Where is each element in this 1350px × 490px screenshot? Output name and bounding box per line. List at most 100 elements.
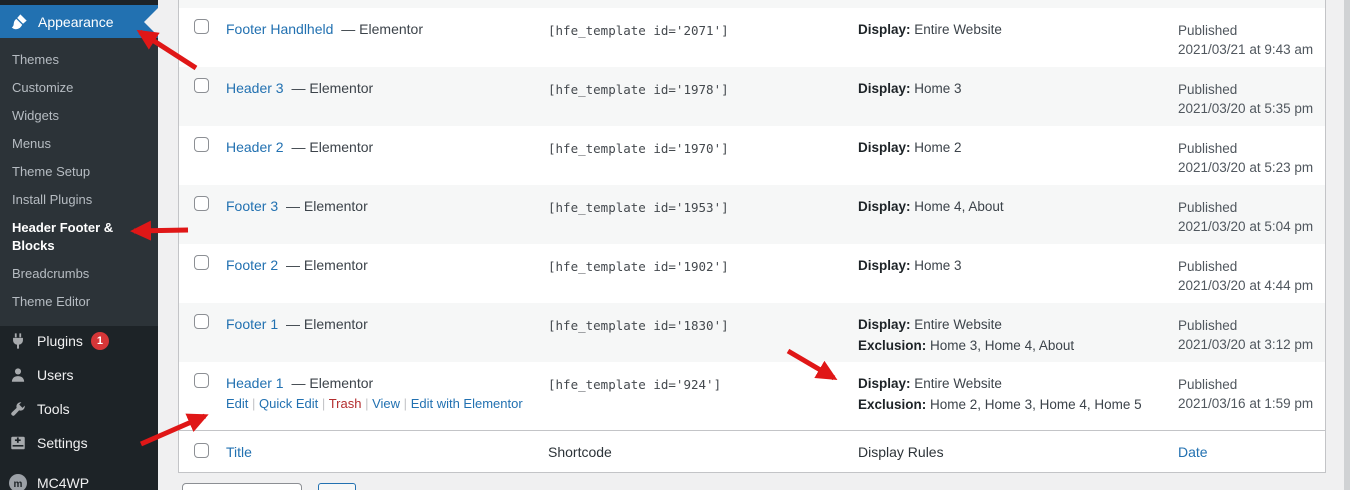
publish-date: 2021/03/21 at 9:43 am [1178,40,1325,59]
admin-sidebar: Appearance Themes Customize Widgets Menu… [0,0,158,490]
display-rules-cell: Display: Home 2 [858,126,1178,185]
sidebar-item-themes[interactable]: Themes [0,46,158,74]
post-state: — Elementor [291,80,373,96]
partial-row-strip [179,0,1325,8]
plugins-update-badge: 1 [91,332,109,350]
row-checkbox[interactable] [194,373,209,388]
shortcode-cell: [hfe_template id='924'] [548,362,858,430]
template-title-link[interactable]: Header 2 [226,139,284,155]
row-checkbox[interactable] [194,314,209,329]
template-title-link[interactable]: Footer 1 [226,316,278,332]
display-value: Home 3 [914,258,961,273]
column-header-title[interactable]: Title [226,444,252,460]
date-cell: Published 2021/03/20 at 4:44 pm [1178,244,1325,303]
display-value: Home 3 [914,81,961,96]
user-icon [8,365,28,385]
sidebar-item-widgets[interactable]: Widgets [0,102,158,130]
sidebar-item-users[interactable]: Users [0,358,158,392]
shortcode-cell: [hfe_template id='1902'] [548,244,858,303]
bulk-actions-select[interactable] [182,483,302,490]
display-label: Display: [858,258,911,273]
wrench-icon [8,399,28,419]
publish-date: 2021/03/20 at 3:12 pm [1178,335,1325,354]
table-row: Header 1 — Elementor Edit | Quick Edit |… [179,362,1325,430]
publish-status: Published [1178,316,1325,335]
row-checkbox[interactable] [194,78,209,93]
table-row: Header 3 — Elementor [hfe_template id='1… [179,67,1325,126]
view-link[interactable]: View [372,396,400,411]
quick-edit-link[interactable]: Quick Edit [259,396,318,411]
post-state: — Elementor [291,139,373,155]
templates-list-table: Footer Handlheld — Elementor [hfe_templa… [178,0,1326,473]
vertical-scrollbar[interactable] [1344,0,1350,490]
date-cell: Published 2021/03/20 at 5:23 pm [1178,126,1325,185]
display-rules-cell: Display: Entire Website Exclusion: Home … [858,362,1178,430]
display-value: Home 2 [914,140,961,155]
publish-status: Published [1178,139,1325,158]
display-label: Display: [858,199,911,214]
display-label: Display: [858,140,911,155]
display-value: Entire Website [914,22,1002,37]
select-all-checkbox[interactable] [194,443,209,458]
template-title-link[interactable]: Footer Handlheld [226,21,333,37]
row-checkbox[interactable] [194,137,209,152]
sidebar-item-appearance[interactable]: Appearance [0,5,158,38]
action-separator: | [322,396,325,411]
plug-icon [8,331,28,351]
sidebar-item-label: Appearance [38,14,114,30]
publish-date: 2021/03/20 at 5:35 pm [1178,99,1325,118]
table-row: Footer 1 — Elementor [hfe_template id='1… [179,303,1325,362]
sidebar-item-theme-setup[interactable]: Theme Setup [0,158,158,186]
mc4wp-logo-icon: m [8,473,28,490]
publish-date: 2021/03/16 at 1:59 pm [1178,394,1325,413]
exclusion-value: Home 2, Home 3, Home 4, Home 5 [930,397,1142,412]
template-title-link[interactable]: Header 3 [226,80,284,96]
template-title-link[interactable]: Footer 3 [226,198,278,214]
date-cell: Published 2021/03/16 at 1:59 pm [1178,362,1325,430]
table-row: Footer 2 — Elementor [hfe_template id='1… [179,244,1325,303]
sidebar-item-install-plugins[interactable]: Install Plugins [0,186,158,214]
display-rules-cell: Display: Home 3 [858,67,1178,126]
edit-with-elementor-link[interactable]: Edit with Elementor [411,396,523,411]
shortcode-cell: [hfe_template id='1953'] [548,185,858,244]
trash-link[interactable]: Trash [329,396,362,411]
publish-status: Published [1178,80,1325,99]
sidebar-item-mc4wp[interactable]: m MC4WP [0,466,158,490]
column-header-shortcode: Shortcode [548,444,858,460]
shortcode-cell: [hfe_template id='1970'] [548,126,858,185]
action-separator: | [365,396,368,411]
sidebar-item-tools[interactable]: Tools [0,392,158,426]
sidebar-item-plugins[interactable]: Plugins 1 [0,324,158,358]
row-checkbox[interactable] [194,19,209,34]
current-menu-arrow [144,8,158,36]
sidebar-item-theme-editor[interactable]: Theme Editor [0,288,158,316]
sidebar-item-label: Users [37,367,74,383]
table-row: Header 2 — Elementor [hfe_template id='1… [179,126,1325,185]
date-cell: Published 2021/03/21 at 9:43 am [1178,8,1325,67]
publish-status: Published [1178,375,1325,394]
exclusion-value: Home 3, Home 4, About [930,338,1074,353]
shortcode-cell: [hfe_template id='1978'] [548,67,858,126]
table-row: Footer Handlheld — Elementor [hfe_templa… [179,8,1325,67]
sidebar-item-label: Plugins [37,333,83,349]
row-checkbox[interactable] [194,196,209,211]
row-checkbox[interactable] [194,255,209,270]
column-header-display-rules: Display Rules [858,444,1178,460]
post-state: — Elementor [286,316,368,332]
paintbrush-icon [9,12,29,32]
sidebar-item-customize[interactable]: Customize [0,74,158,102]
sidebar-item-menus[interactable]: Menus [0,130,158,158]
publish-date: 2021/03/20 at 5:23 pm [1178,158,1325,177]
date-cell: Published 2021/03/20 at 5:35 pm [1178,67,1325,126]
sidebar-item-breadcrumbs[interactable]: Breadcrumbs [0,260,158,288]
apply-button[interactable] [318,483,356,490]
column-header-date[interactable]: Date [1178,444,1208,460]
display-label: Display: [858,81,911,96]
template-title-link[interactable]: Footer 2 [226,257,278,273]
post-state: — Elementor [341,21,423,37]
sidebar-item-settings[interactable]: Settings [0,426,158,460]
sidebar-item-header-footer-blocks[interactable]: Header Footer & Blocks [0,214,158,260]
template-title-link[interactable]: Header 1 [226,375,284,391]
edit-link[interactable]: Edit [226,396,248,411]
sidebar-item-label: MC4WP [37,475,89,490]
